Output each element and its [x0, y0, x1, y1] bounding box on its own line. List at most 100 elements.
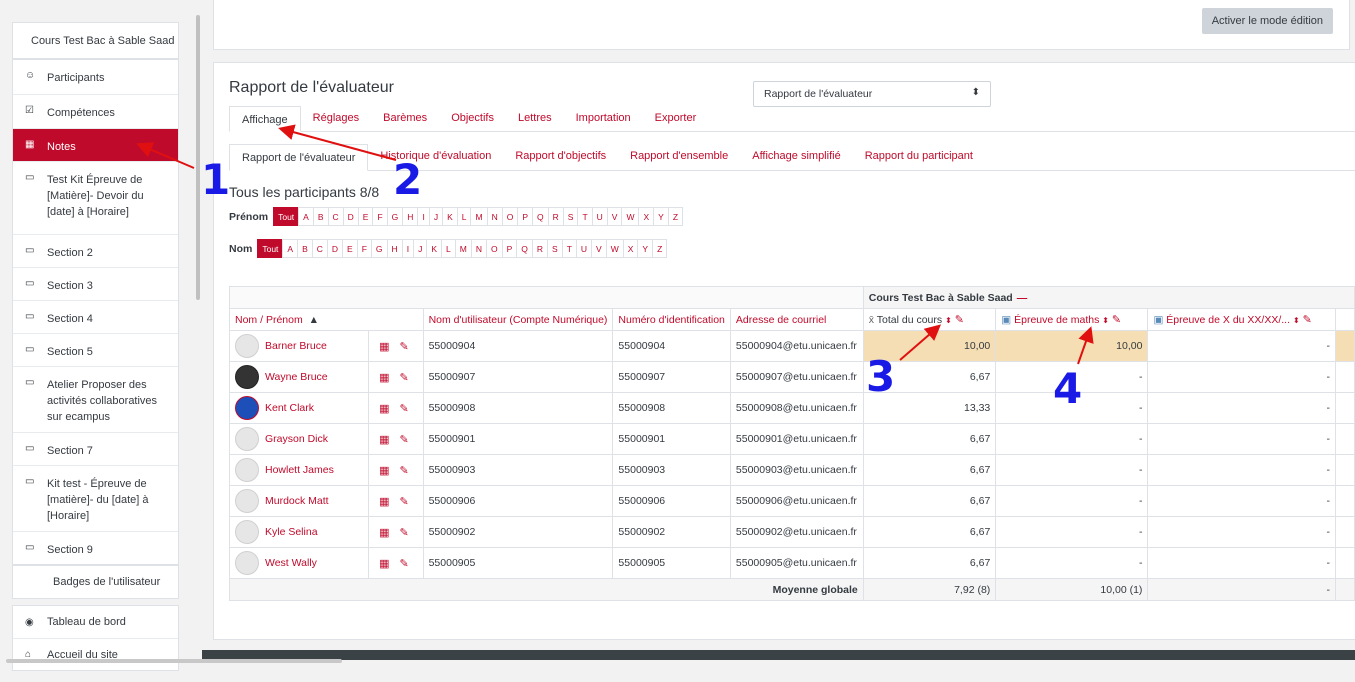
firstname-letter-filter[interactable]: M [470, 207, 488, 226]
vertical-scrollbar[interactable] [196, 15, 200, 300]
user-report-table-icon[interactable]: ▦ [379, 372, 389, 384]
firstname-letter-filter[interactable]: F [372, 207, 388, 226]
maths-grade-cell[interactable]: - [995, 423, 1149, 455]
user-report-table-icon[interactable]: ▦ [379, 434, 389, 446]
user-name-link[interactable]: Barner Bruce [265, 340, 327, 352]
sidebar-item[interactable]: ▭ Section 9 [13, 531, 178, 564]
lastname-letter-filter[interactable]: L [440, 239, 456, 258]
course-total-column-header[interactable]: x̄ Total du cours ⬍ ✎ [862, 308, 997, 331]
lastname-letter-filter[interactable]: T [561, 239, 577, 258]
report-select[interactable]: Rapport de l'évaluateur ⬍ [753, 81, 991, 107]
lastname-letter-filter[interactable]: Y [637, 239, 654, 258]
lastname-all-filter[interactable]: Tout [257, 239, 284, 258]
edit-pencil-icon[interactable]: ✎ [400, 403, 409, 415]
edit-pencil-icon[interactable]: ✎ [1112, 314, 1121, 326]
x-exam-column-header[interactable]: ▣ Épreuve de X du XX/XX/... ⬍ ✎ [1147, 308, 1337, 331]
maths-exam-column-header[interactable]: ▣ Épreuve de maths ⬍ ✎ [995, 308, 1149, 331]
lastname-letter-filter[interactable]: E [342, 239, 358, 258]
sidebar-item[interactable]: ▭ Section 7 [13, 432, 178, 465]
sidebar-item-home[interactable]: ⌂ Accueil du site [13, 638, 178, 670]
user-name-link[interactable]: West Wally [265, 557, 317, 569]
lastname-letter-filter[interactable]: D [326, 239, 344, 258]
tab-0[interactable]: Affichage [229, 106, 301, 132]
sidebar-item[interactable]: ▭ Section 2 [13, 234, 178, 267]
x-grade-cell[interactable]: - [1147, 361, 1337, 393]
lastname-letter-filter[interactable]: S [547, 239, 563, 258]
avatar[interactable] [235, 489, 259, 513]
tab-3[interactable]: Objectifs [439, 106, 506, 130]
user-report-table-icon[interactable]: ▦ [379, 403, 389, 415]
lastname-letter-filter[interactable]: F [356, 239, 372, 258]
sidebar-item[interactable]: ☑ Compétences [13, 94, 178, 128]
firstname-letter-filter[interactable]: X [638, 207, 655, 226]
avatar[interactable] [235, 551, 259, 575]
course-total-cell[interactable]: 6,67 [862, 423, 997, 455]
edit-mode-button[interactable]: Activer le mode édition [1201, 8, 1333, 34]
firstname-letter-filter[interactable]: L [456, 207, 472, 226]
sort-by-lastname-link[interactable]: Nom [235, 314, 257, 326]
user-report-table-icon[interactable]: ▦ [379, 527, 389, 539]
firstname-letter-filter[interactable]: V [606, 207, 623, 226]
user-name-link[interactable]: Grayson Dick [265, 433, 328, 445]
edit-pencil-icon[interactable]: ✎ [955, 314, 964, 326]
lastname-letter-filter[interactable]: G [370, 239, 388, 258]
firstname-letter-filter[interactable]: O [501, 207, 519, 226]
edit-pencil-icon[interactable]: ✎ [400, 465, 409, 477]
email-column-header[interactable]: Adresse de courriel [729, 308, 864, 331]
sidebar-item[interactable]: ▭ Kit test - Épreuve de [matière]- du [da… [13, 465, 178, 531]
tab-2[interactable]: Barèmes [371, 106, 439, 130]
firstname-letter-filter[interactable]: G [386, 207, 404, 226]
sort-icon[interactable]: ⬍ [1293, 316, 1300, 325]
firstname-letter-filter[interactable]: A [298, 207, 314, 226]
course-total-cell[interactable]: 6,67 [862, 454, 997, 486]
lastname-letter-filter[interactable]: J [413, 239, 428, 258]
edit-pencil-icon[interactable]: ✎ [400, 527, 409, 539]
x-grade-cell[interactable]: - [1147, 516, 1337, 548]
username-column-header[interactable]: Nom d'utilisateur (Compte Numérique) [422, 308, 614, 331]
user-report-table-icon[interactable]: ▦ [379, 558, 389, 570]
firstname-letter-filter[interactable]: C [327, 207, 344, 226]
avatar[interactable] [235, 334, 259, 358]
maths-grade-cell[interactable]: - [995, 454, 1149, 486]
sort-icon[interactable]: ⬍ [945, 316, 952, 325]
firstname-letter-filter[interactable]: R [547, 207, 564, 226]
firstname-letter-filter[interactable]: Y [653, 207, 669, 226]
lastname-letter-filter[interactable]: U [575, 239, 593, 258]
firstname-letter-filter[interactable]: B [312, 207, 329, 226]
subtab-0[interactable]: Rapport de l'évaluateur [229, 144, 369, 171]
sidebar-item[interactable]: ▭ Atelier Proposer des activités collabor… [13, 366, 178, 432]
x-grade-cell[interactable]: - [1147, 330, 1337, 362]
firstname-letter-filter[interactable]: E [357, 207, 374, 226]
sidebar-item[interactable]: ▭ Section 4 [13, 300, 178, 333]
x-grade-cell[interactable]: - [1147, 547, 1337, 579]
user-name-link[interactable]: Howlett James [265, 464, 334, 476]
user-name-link[interactable]: Kent Clark [265, 402, 314, 414]
subtab-3[interactable]: Rapport d'ensemble [618, 144, 740, 168]
edit-pencil-icon[interactable]: ✎ [1303, 314, 1312, 326]
firstname-all-filter[interactable]: Tout [273, 207, 300, 226]
lastname-letter-filter[interactable]: H [386, 239, 403, 258]
lastname-letter-filter[interactable]: N [470, 239, 487, 258]
x-grade-cell[interactable]: - [1147, 485, 1337, 517]
firstname-letter-filter[interactable]: Z [667, 207, 684, 226]
firstname-letter-filter[interactable]: N [486, 207, 503, 226]
tab-1[interactable]: Réglages [301, 106, 371, 130]
tab-6[interactable]: Exporter [643, 106, 709, 130]
sort-by-firstname-link[interactable]: Prénom [266, 314, 303, 326]
edit-pencil-icon[interactable]: ✎ [400, 434, 409, 446]
lastname-letter-filter[interactable]: A [282, 239, 299, 258]
horizontal-scrollbar[interactable] [6, 659, 342, 663]
tab-5[interactable]: Importation [564, 106, 643, 130]
subtab-4[interactable]: Affichage simplifié [740, 144, 852, 168]
x-grade-cell[interactable]: - [1147, 454, 1337, 486]
firstname-letter-filter[interactable]: J [428, 207, 444, 226]
firstname-letter-filter[interactable]: W [621, 207, 640, 226]
sidebar-course-link[interactable]: Cours Test Bac à Sable Saad [12, 22, 179, 59]
sidebar-item[interactable]: ▭ Section 3 [13, 267, 178, 300]
edit-pencil-icon[interactable]: ✎ [400, 496, 409, 508]
firstname-letter-filter[interactable]: U [591, 207, 608, 226]
edit-pencil-icon[interactable]: ✎ [400, 558, 409, 570]
lastname-letter-filter[interactable]: Z [652, 239, 668, 258]
collapse-minus-icon[interactable]: — [1017, 292, 1028, 304]
avatar[interactable] [235, 520, 259, 544]
